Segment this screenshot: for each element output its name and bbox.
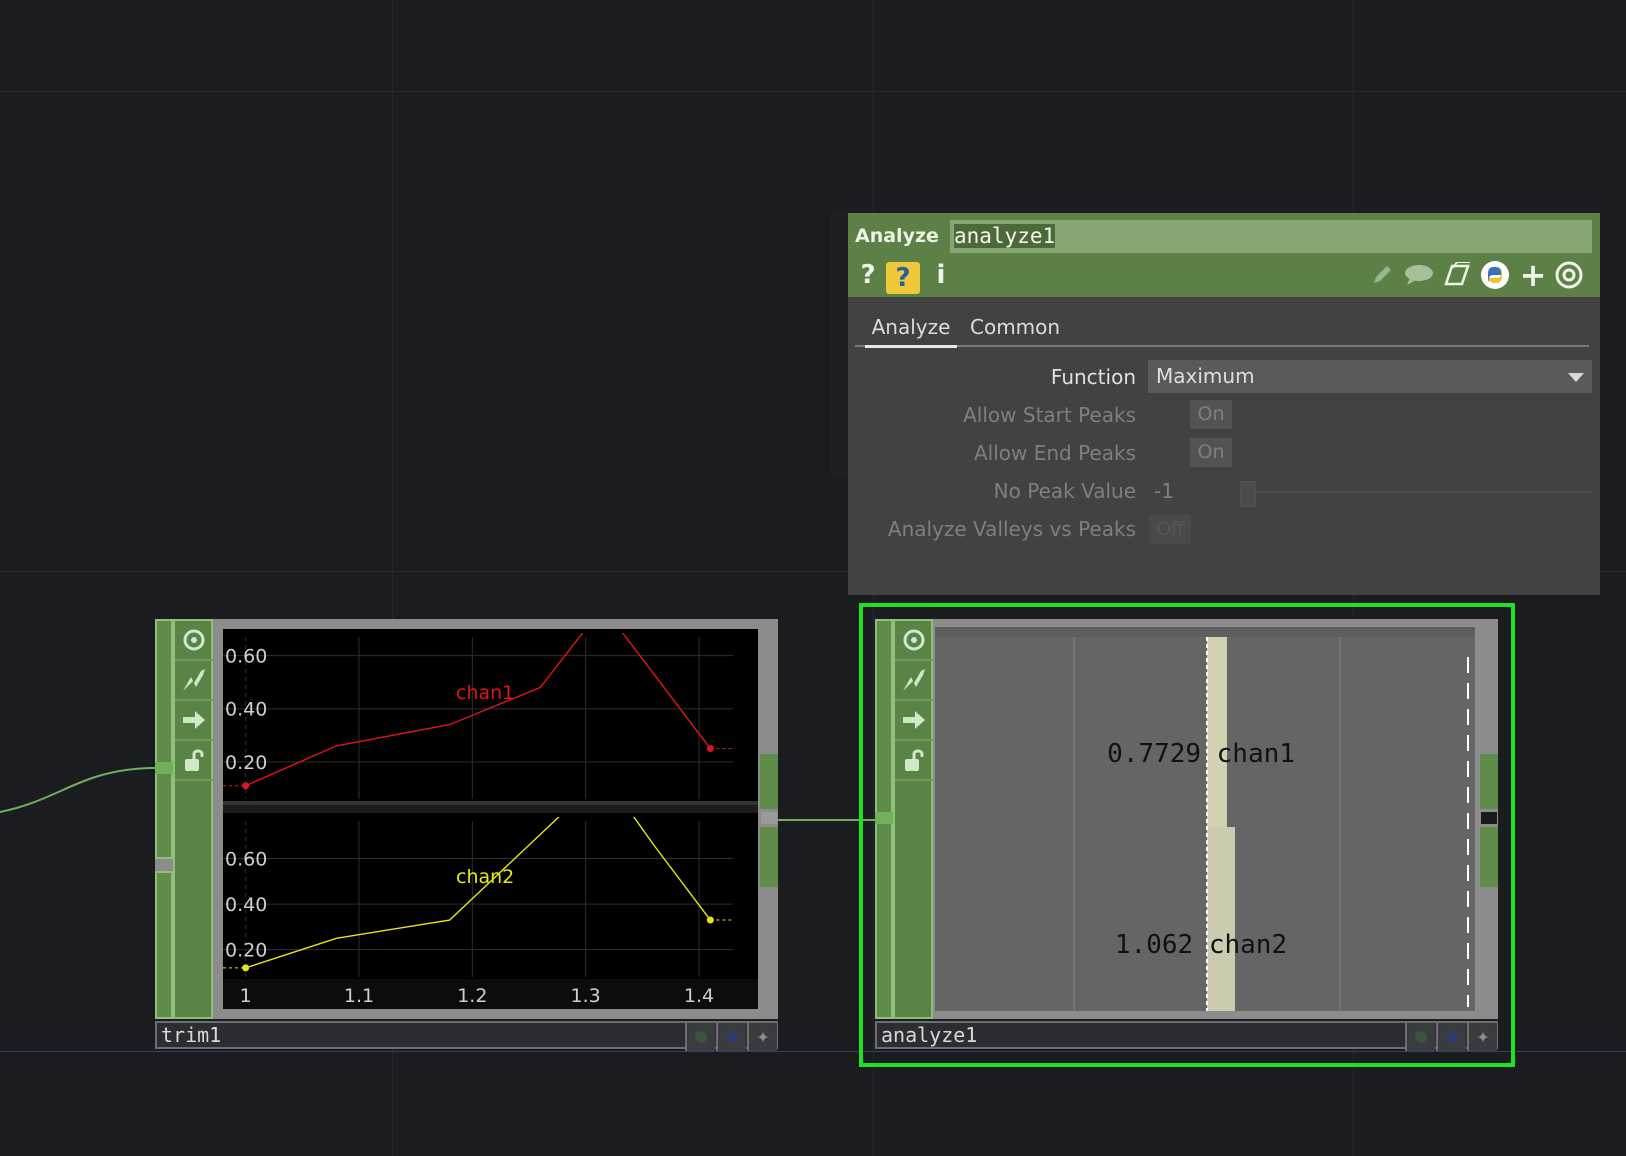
input-sidebar <box>155 871 173 1019</box>
allow-end-peaks-label: Allow End Peaks <box>973 441 1136 465</box>
y-tick-label: 0.40 <box>225 894 267 916</box>
operator-name-text: analyze1 <box>954 224 1056 248</box>
no-peak-slider-handle[interactable] <box>1240 481 1256 507</box>
display-icon[interactable] <box>716 1023 746 1051</box>
viewer-toggle-icon[interactable] <box>895 621 933 661</box>
y-tick-label: 0.20 <box>225 940 267 962</box>
bypass-icon[interactable] <box>685 1023 715 1051</box>
trim-namebar[interactable]: trim1 ✦ <box>155 1021 778 1051</box>
chan2-bar <box>1207 827 1235 1011</box>
chan1-value-label: 0.7729 chan1 <box>1107 739 1295 769</box>
input-connector[interactable] <box>875 812 893 824</box>
chan2-line <box>245 817 711 969</box>
operator-type-label: Analyze <box>855 225 939 247</box>
chevron-down-icon <box>1568 373 1584 382</box>
viewer-toggle-icon[interactable] <box>175 621 213 661</box>
clone-icon[interactable] <box>1442 260 1472 290</box>
chan1-start-point <box>242 782 250 790</box>
comment-icon[interactable] <box>1404 260 1434 290</box>
analyze-viewer[interactable]: 0.7729 chan1 1.062 chan2 <box>935 627 1475 1011</box>
trim-node-name: trim1 <box>161 1023 222 1047</box>
lock-icon[interactable] <box>175 741 213 781</box>
x-axis-strip <box>223 979 758 1009</box>
pane-divider-line <box>223 801 758 805</box>
allow-start-peaks-toggle[interactable]: On <box>1190 400 1232 429</box>
no-peak-value-label: No Peak Value <box>993 479 1136 503</box>
y-tick-label: 0.20 <box>225 752 267 774</box>
edit-icon[interactable] <box>1367 260 1397 290</box>
output-sidebar <box>1480 827 1498 887</box>
analyze-chart: 0.7729 chan1 1.062 chan2 <box>935 627 1475 1011</box>
export-arrow-icon[interactable] <box>175 701 213 741</box>
parameter-tabs: Analyze Common <box>855 313 1589 348</box>
tab-analyze[interactable]: Analyze <box>865 313 957 348</box>
chan2-value-label: 1.062 chan2 <box>1115 930 1287 960</box>
function-value: Maximum <box>1156 364 1255 388</box>
x-tick-label: 1.2 <box>457 985 487 1007</box>
input-sidebar <box>155 619 173 859</box>
analyze-valleys-toggle[interactable]: Off <box>1149 515 1191 544</box>
operator-name-field[interactable]: analyze1 <box>950 220 1592 253</box>
chan1-label: chan1 <box>456 682 514 704</box>
display-icon[interactable] <box>1436 1023 1466 1051</box>
parameter-panel: Analyze analyze1 ? ? i + Analyze Common … <box>848 213 1600 595</box>
bypass-icon[interactable] <box>1405 1023 1435 1051</box>
no-peak-slider-track[interactable] <box>1244 491 1592 493</box>
render-icon[interactable]: ✦ <box>747 1023 777 1051</box>
info-icon[interactable]: i <box>926 260 956 290</box>
x-tick-label: 1.1 <box>344 985 374 1007</box>
chan1-end-point <box>706 745 714 753</box>
export-arrow-icon[interactable] <box>895 701 933 741</box>
output-connector[interactable] <box>1481 812 1497 824</box>
trim-chart: 0.60 0.40 0.20 chan1 0.60 0.40 0.20 chan2 1 1.1 1.… <box>223 633 758 1009</box>
python-icon[interactable] <box>1480 260 1510 290</box>
render-icon[interactable]: ✦ <box>1467 1023 1497 1051</box>
y-tick-label: 0.60 <box>225 849 267 871</box>
x-tick-label: 1.4 <box>684 985 714 1007</box>
x-tick-label: 1.3 <box>571 985 601 1007</box>
analyze-namebar[interactable]: analyze1 ✦ <box>875 1021 1498 1051</box>
analyze-valleys-label: Analyze Valleys vs Peaks <box>887 517 1136 541</box>
chan1-bar <box>1207 637 1227 827</box>
input-wire <box>0 767 156 813</box>
analyze-node-name: analyze1 <box>881 1023 978 1047</box>
function-dropdown[interactable]: Maximum <box>1148 360 1592 393</box>
output-sidebar <box>1480 754 1498 809</box>
cook-icon[interactable] <box>175 661 213 701</box>
x-tick-label: 1 <box>240 985 252 1007</box>
y-tick-label: 0.40 <box>225 699 267 721</box>
chan2-end-point <box>706 916 714 924</box>
allow-start-peaks-label: Allow Start Peaks <box>963 403 1136 427</box>
node-icon-column <box>893 619 933 1019</box>
chan2-label: chan2 <box>456 866 514 888</box>
lock-icon[interactable] <box>895 741 933 781</box>
no-peak-value-field[interactable]: -1 <box>1154 479 1174 503</box>
cook-icon[interactable] <box>895 661 933 701</box>
tab-common[interactable]: Common <box>970 313 1060 345</box>
allow-end-peaks-toggle[interactable]: On <box>1190 438 1232 467</box>
input-connector[interactable] <box>155 762 173 774</box>
python-help-icon[interactable]: ? <box>886 262 920 294</box>
panel-shadow <box>830 213 848 476</box>
output-sidebar <box>760 754 778 809</box>
panel-header: Analyze analyze1 ? ? i + <box>848 213 1600 297</box>
add-icon[interactable]: + <box>1518 256 1548 294</box>
function-label: Function <box>1050 365 1136 389</box>
trim-viewer[interactable]: 0.60 0.40 0.20 chan1 0.60 0.40 0.20 chan2 1 1.1 1.… <box>223 629 758 1009</box>
node-icon-column <box>173 619 213 1019</box>
help-icon[interactable]: ? <box>853 260 883 290</box>
viewer-top-strip <box>935 627 1475 637</box>
chan2-start-point <box>242 964 250 972</box>
y-tick-label: 0.60 <box>225 646 267 668</box>
output-connector[interactable] <box>761 812 777 824</box>
output-sidebar <box>760 827 778 887</box>
viewer-target-icon[interactable] <box>1554 260 1584 290</box>
